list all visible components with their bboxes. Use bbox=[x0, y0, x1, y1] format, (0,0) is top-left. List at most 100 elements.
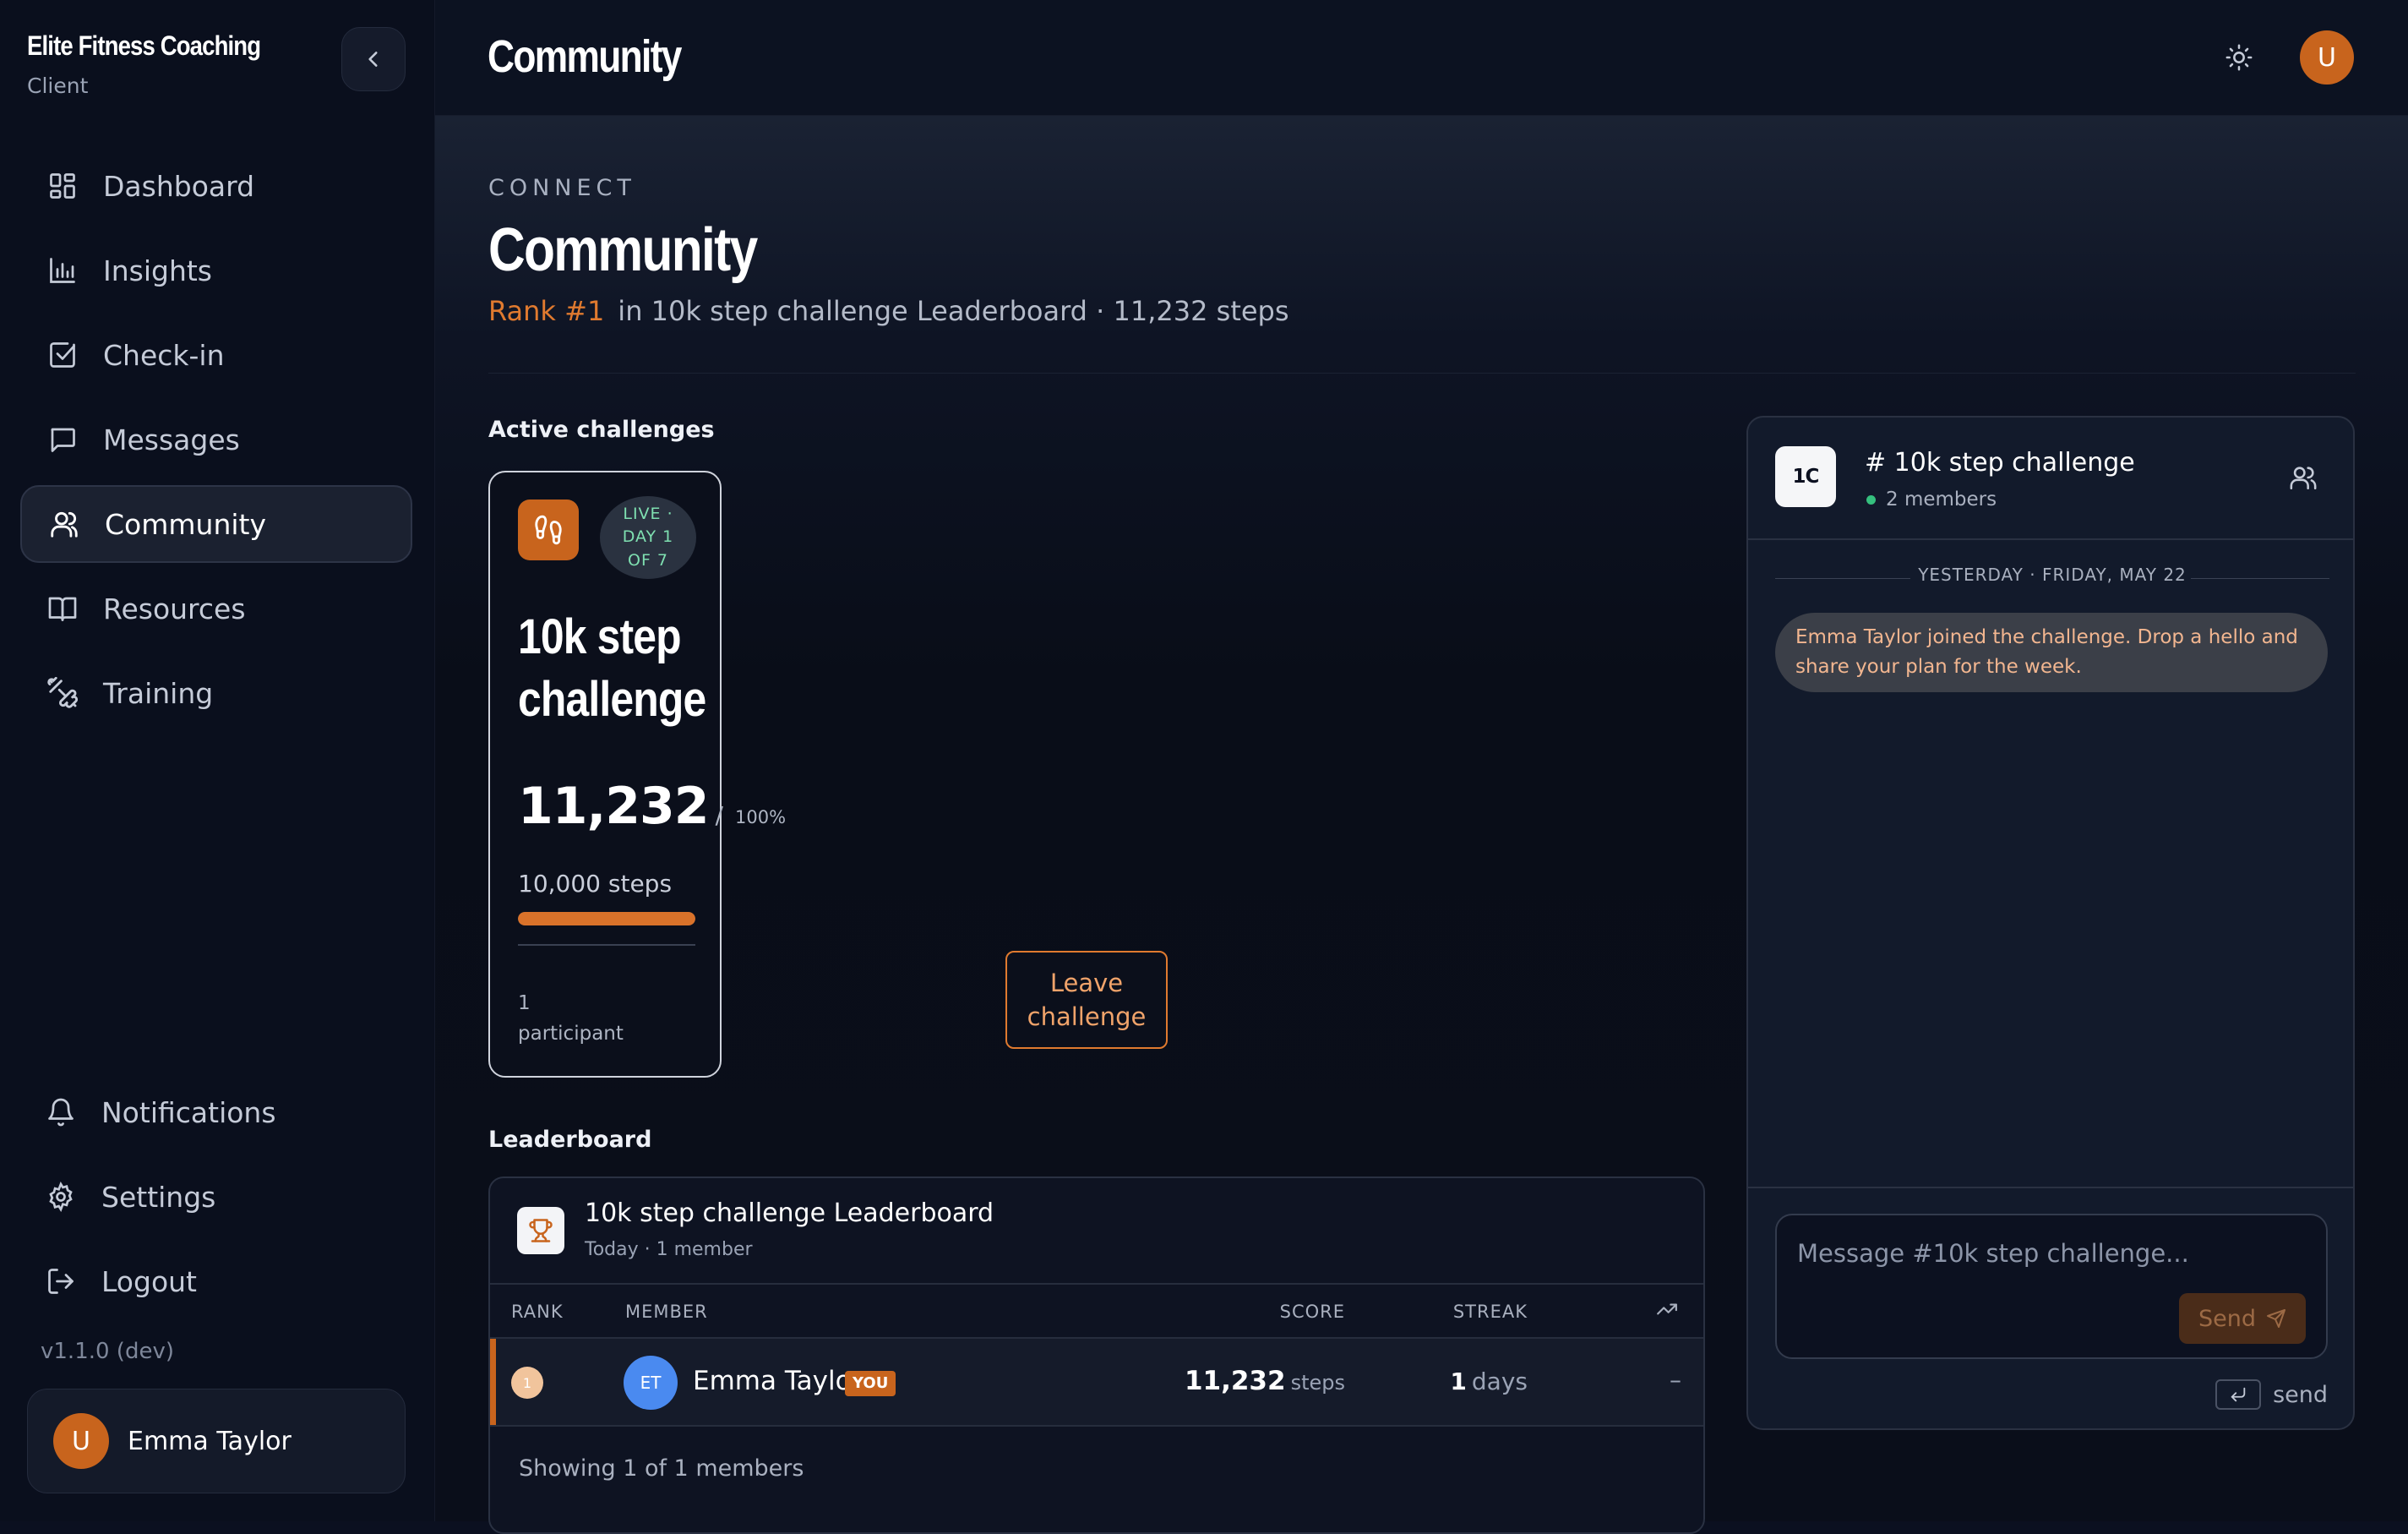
nav-item-logout[interactable]: Logout bbox=[20, 1242, 412, 1320]
nav-label: Settings bbox=[101, 1180, 216, 1214]
brand-title: Elite Fitness Coaching bbox=[27, 30, 261, 61]
divider bbox=[488, 373, 2356, 374]
members-button[interactable] bbox=[2289, 463, 2319, 494]
user-name: Emma Taylor bbox=[128, 1426, 291, 1456]
enter-key-icon bbox=[2215, 1379, 2262, 1410]
nav-item-community[interactable]: Community bbox=[20, 485, 412, 563]
table-row[interactable]: 1 ET Emma Taylor YOU 11,232 steps 1 days – bbox=[490, 1339, 1703, 1427]
system-message: Emma Taylor joined the challenge. Drop a… bbox=[1775, 613, 2328, 692]
participant-count: 1 participant bbox=[518, 988, 624, 1049]
nav-label: Dashboard bbox=[103, 169, 255, 203]
brand: Elite Fitness Coaching Client bbox=[27, 30, 298, 98]
send-button[interactable]: Send bbox=[2179, 1293, 2306, 1344]
nav-label: Community bbox=[105, 507, 266, 541]
leaderboard-title: 10k step challenge Leaderboard bbox=[585, 1198, 994, 1228]
leaderboard-header: 10k step challenge Leaderboard Today · 1… bbox=[490, 1178, 1703, 1285]
streak-cell: 1 days bbox=[1450, 1367, 1528, 1395]
live-badge-line: LIVE · bbox=[623, 504, 673, 523]
nav-item-check-in[interactable]: Check-in bbox=[20, 316, 412, 394]
trophy-icon bbox=[517, 1207, 564, 1254]
bell-icon bbox=[44, 1095, 78, 1129]
challenge-score-value: 11,232 bbox=[518, 777, 710, 836]
challenge-chat-panel: 1C # 10k step challenge 2 members YESTER… bbox=[1746, 416, 2355, 1430]
participant-count-label: participant bbox=[518, 1023, 624, 1045]
day-separator: YESTERDAY · FRIDAY, MAY 22 bbox=[1775, 565, 2329, 593]
challenge-percent: 100% bbox=[734, 807, 787, 827]
nav-item-training[interactable]: Training bbox=[20, 654, 412, 732]
user-profile-card[interactable]: U Emma Taylor bbox=[27, 1389, 406, 1493]
dashboard-icon bbox=[46, 169, 79, 203]
dumbbell-icon bbox=[46, 676, 79, 710]
current-user-accent bbox=[490, 1339, 496, 1425]
message-input-placeholder: Message #10k step challenge... bbox=[1797, 1239, 2189, 1268]
channel-name: # 10k step challenge bbox=[1865, 448, 2135, 478]
member-count: 2 members bbox=[1886, 489, 1997, 510]
message-icon bbox=[46, 423, 79, 456]
challenge-progress-bar bbox=[518, 912, 695, 925]
brand-subtitle: Client bbox=[27, 74, 89, 98]
score-cell: 11,232 steps bbox=[1185, 1366, 1345, 1396]
nav-item-resources[interactable]: Resources bbox=[20, 570, 412, 647]
footprints-icon bbox=[518, 500, 579, 560]
active-challenges-label: Active challenges bbox=[488, 417, 715, 443]
score-unit: steps bbox=[1290, 1371, 1345, 1395]
challenge-target: 10,000 steps bbox=[518, 870, 673, 898]
streak-unit: days bbox=[1471, 1367, 1528, 1395]
page-title: Community bbox=[488, 216, 758, 284]
logout-icon bbox=[44, 1264, 78, 1298]
leaderboard-column-headers: RANK MEMBER SCORE STREAK bbox=[490, 1285, 1703, 1339]
leaderboard-label: Leaderboard bbox=[488, 1127, 652, 1153]
channel-members: 2 members bbox=[1866, 489, 1997, 510]
avatar[interactable]: U bbox=[2300, 30, 2354, 85]
main-content: CONNECT Community Rank #1 in 10k step cha… bbox=[435, 116, 2408, 1534]
users-icon bbox=[47, 507, 81, 541]
member-name: Emma Taylor bbox=[693, 1366, 863, 1396]
leaderboard-footer: Showing 1 of 1 members bbox=[519, 1455, 804, 1482]
live-badge-line: OF 7 bbox=[627, 550, 668, 570]
score-separator: / bbox=[715, 801, 723, 829]
page-eyebrow: CONNECT bbox=[488, 175, 636, 201]
main-nav: Dashboard Insights Check-in Messages Com… bbox=[20, 147, 412, 739]
column-member: MEMBER bbox=[625, 1302, 708, 1322]
score-value: 11,232 bbox=[1184, 1366, 1286, 1396]
rank-medal: 1 bbox=[511, 1367, 543, 1399]
channel-logo: 1C bbox=[1775, 446, 1836, 507]
chevron-left-icon bbox=[368, 52, 378, 67]
leaderboard-table: 10k step challenge Leaderboard Today · 1… bbox=[488, 1176, 1705, 1534]
users-icon bbox=[2290, 467, 2317, 490]
streak-value: 1 bbox=[1450, 1367, 1467, 1395]
nav-label: Training bbox=[103, 676, 214, 710]
send-label: Send bbox=[2198, 1305, 2256, 1332]
nav-item-insights[interactable]: Insights bbox=[20, 232, 412, 309]
message-input[interactable]: Message #10k step challenge... Send bbox=[1775, 1214, 2328, 1359]
topbar-title: Community bbox=[488, 31, 682, 82]
app-version: v1.1.0 (dev) bbox=[41, 1339, 174, 1364]
rank-summary: Rank #1 in 10k step challenge Leaderboard… bbox=[488, 295, 1289, 327]
leave-challenge-button[interactable]: Leave challenge bbox=[1005, 951, 1168, 1049]
you-badge: YOU bbox=[845, 1371, 896, 1396]
nav-label: Notifications bbox=[101, 1095, 276, 1129]
topbar: Community U bbox=[435, 0, 2408, 116]
live-status-badge: LIVE · DAY 1 OF 7 bbox=[600, 496, 696, 579]
nav-item-dashboard[interactable]: Dashboard bbox=[20, 147, 412, 225]
collapse-sidebar-button[interactable] bbox=[341, 27, 406, 91]
nav-item-settings[interactable]: Settings bbox=[20, 1158, 412, 1236]
nav-item-messages[interactable]: Messages bbox=[20, 401, 412, 478]
column-rank: RANK bbox=[511, 1302, 564, 1322]
nav-item-notifications[interactable]: Notifications bbox=[20, 1073, 412, 1151]
column-score: SCORE bbox=[1279, 1302, 1345, 1322]
leaderboard-subtitle: Today · 1 member bbox=[585, 1239, 753, 1260]
nav-label: Insights bbox=[103, 254, 213, 287]
nav-label: Logout bbox=[101, 1264, 197, 1298]
online-dot bbox=[1866, 495, 1876, 505]
theme-toggle-button[interactable] bbox=[2222, 41, 2256, 74]
keyboard-hint-label: send bbox=[2273, 1381, 2328, 1408]
challenge-score: 11,232/ 100% bbox=[518, 777, 786, 836]
divider bbox=[518, 944, 695, 946]
bar-chart-icon bbox=[46, 254, 79, 287]
participant-count-value: 1 bbox=[518, 992, 531, 1014]
challenge-card[interactable]: LIVE · DAY 1 OF 7 10k step challenge 11,… bbox=[488, 471, 786, 1078]
avatar: U bbox=[53, 1413, 109, 1469]
book-icon bbox=[46, 592, 79, 625]
live-badge-line: DAY 1 bbox=[622, 527, 674, 547]
